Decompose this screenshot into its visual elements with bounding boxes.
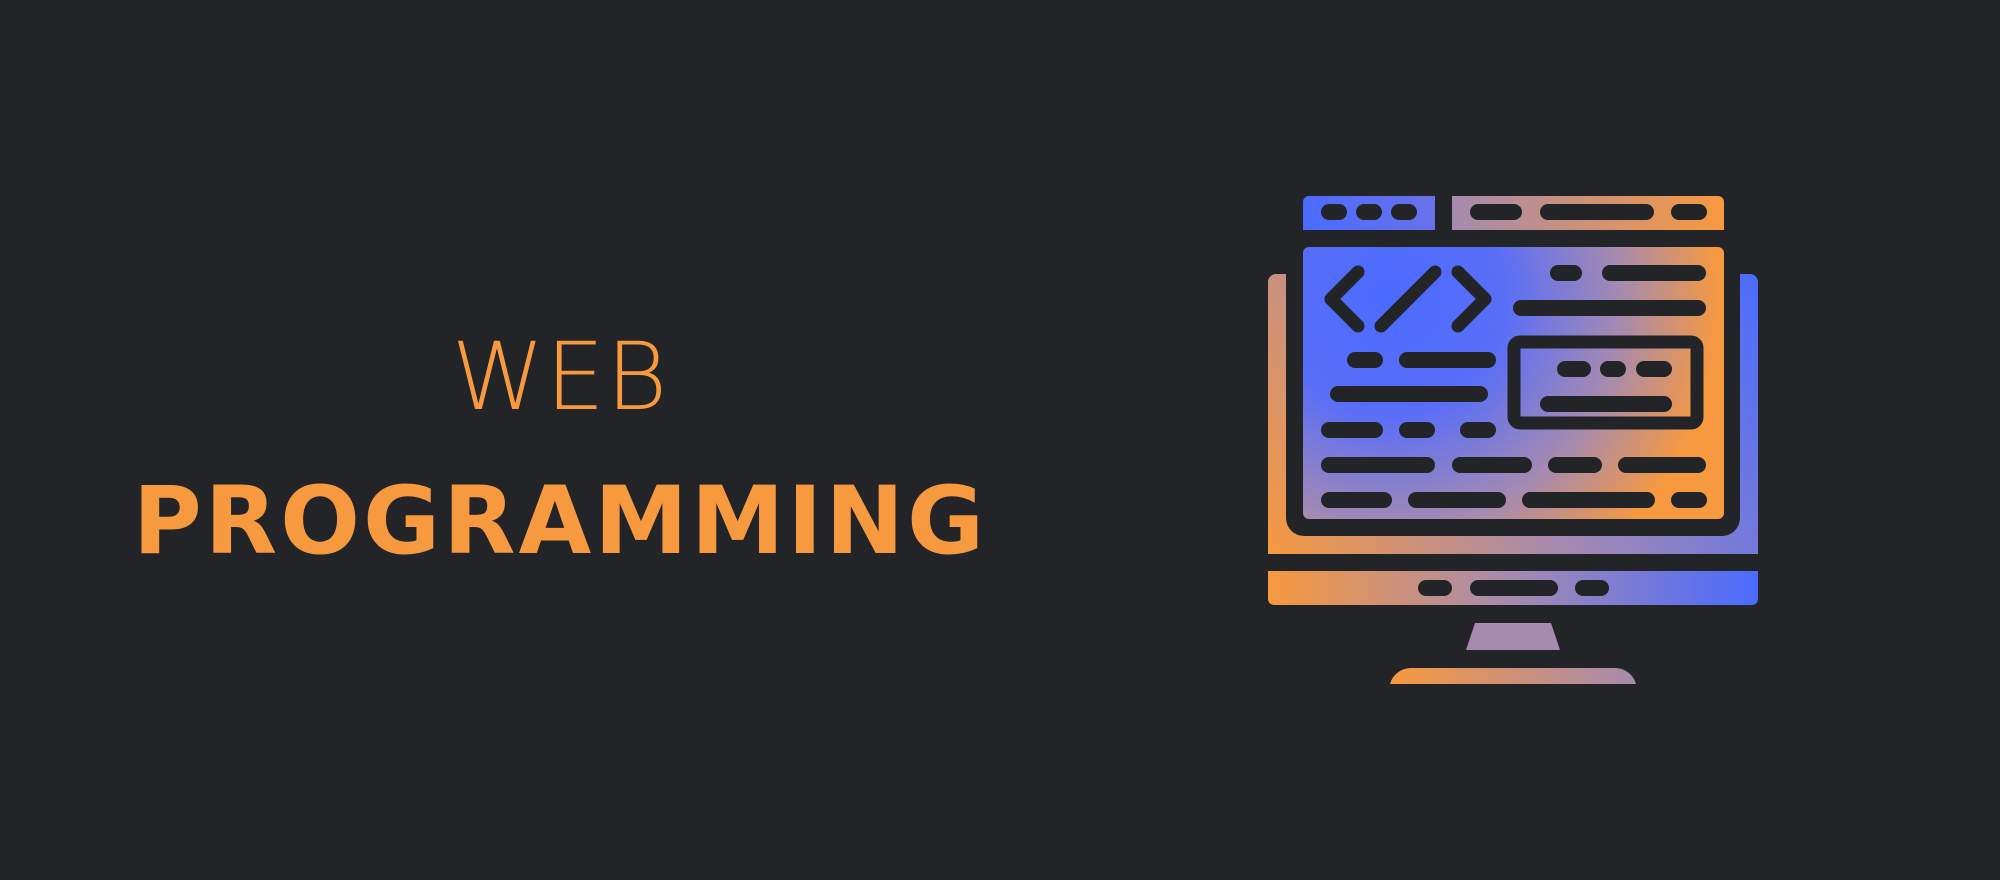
tab-dots bbox=[1321, 204, 1707, 220]
bottom-bar-dots bbox=[1418, 580, 1609, 596]
title-web: WEB bbox=[451, 323, 669, 432]
banner-title: WEB PROGRAMMING bbox=[0, 0, 1120, 880]
monitor-neck bbox=[1466, 623, 1560, 650]
title-programming: PROGRAMMING bbox=[132, 467, 988, 576]
code-monitor-icon bbox=[1268, 196, 1758, 684]
monitor-base bbox=[1390, 668, 1636, 684]
